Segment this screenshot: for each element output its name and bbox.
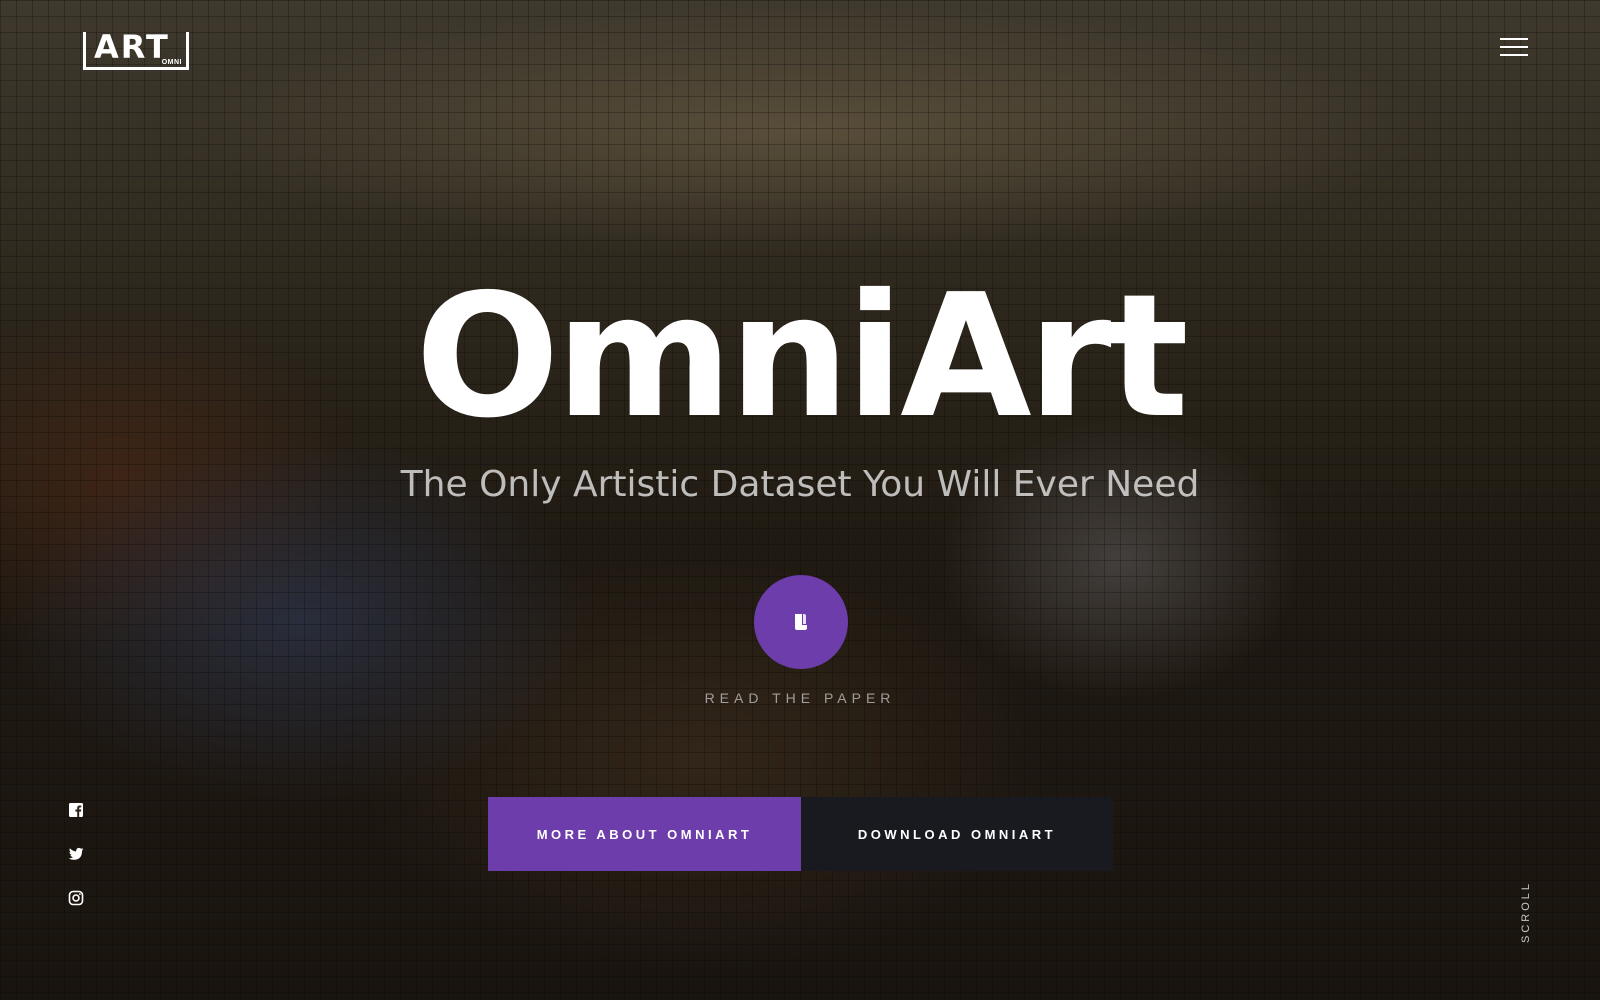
- cta-buttons: MORE ABOUT OMNIART DOWNLOAD OMNIART: [488, 797, 1113, 871]
- twitter-icon[interactable]: [68, 846, 84, 862]
- read-paper-link[interactable]: READ THE PAPER: [0, 690, 1600, 706]
- instagram-icon[interactable]: [68, 890, 84, 906]
- more-about-button[interactable]: MORE ABOUT OMNIART: [488, 797, 801, 871]
- logo-text: ART: [94, 28, 170, 66]
- facebook-icon[interactable]: [68, 802, 84, 818]
- scroll-indicator[interactable]: SCROLL: [1520, 881, 1532, 943]
- hero-title: OmniArt: [415, 258, 1189, 456]
- logo-subtext: OMNI: [161, 59, 182, 66]
- hero-subtitle: The Only Artistic Dataset You Will Ever …: [400, 464, 1200, 505]
- download-button[interactable]: DOWNLOAD OMNIART: [801, 797, 1113, 871]
- document-icon: [795, 614, 807, 630]
- site-logo[interactable]: ART OMNI: [83, 28, 189, 70]
- read-paper-button[interactable]: [754, 575, 848, 669]
- hero-section: ART OMNI OmniArt The Only Artistic Datas…: [0, 0, 1600, 1000]
- hamburger-menu-icon[interactable]: [1500, 36, 1530, 60]
